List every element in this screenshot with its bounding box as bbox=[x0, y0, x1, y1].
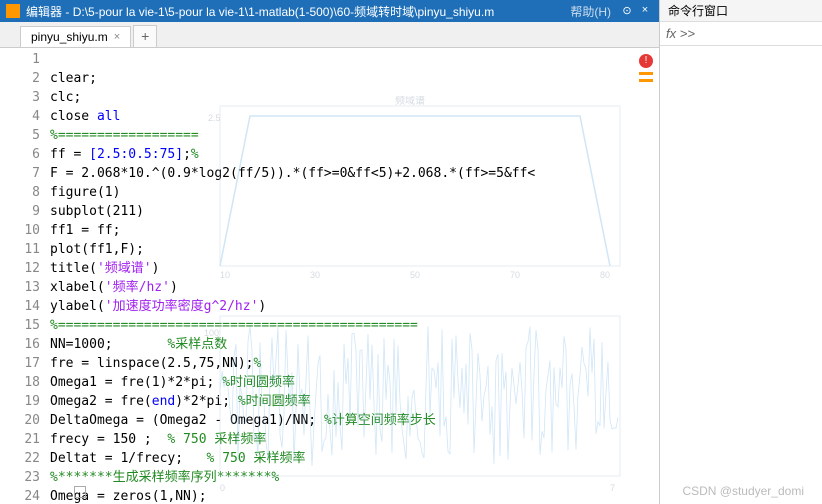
function-browser-icon[interactable] bbox=[74, 486, 86, 498]
code-area[interactable]: clear; clc; close all %=================… bbox=[50, 48, 659, 504]
add-tab-button[interactable]: + bbox=[133, 25, 157, 47]
app-icon bbox=[6, 4, 20, 18]
window-title: 编辑器 - D:\5-pour la vie-1\5-pour la vie-1… bbox=[26, 3, 558, 20]
title-bar: 编辑器 - D:\5-pour la vie-1\5-pour la vie-1… bbox=[0, 0, 659, 22]
tab-file[interactable]: pinyu_shiyu.m × bbox=[20, 26, 131, 47]
code-editor[interactable]: 123456789101112131415161718192021222324 … bbox=[0, 48, 659, 504]
tab-bar: pinyu_shiyu.m × + bbox=[0, 22, 659, 48]
close-window-button[interactable]: × bbox=[637, 4, 653, 18]
command-window-header: 命令行窗口 bbox=[660, 0, 822, 22]
warning-marker-icon[interactable] bbox=[639, 79, 653, 82]
watermark: CSDN @studyer_domi bbox=[682, 484, 804, 498]
menu-help[interactable]: 帮助(H) bbox=[570, 3, 611, 20]
minimize-button[interactable]: ⊙ bbox=[619, 4, 635, 18]
tab-label: pinyu_shiyu.m bbox=[31, 30, 108, 44]
tab-close-icon[interactable]: × bbox=[114, 31, 120, 43]
command-prompt[interactable]: fx >> bbox=[660, 22, 822, 46]
line-gutter: 123456789101112131415161718192021222324 bbox=[0, 48, 50, 504]
error-indicator-icon[interactable]: ! bbox=[639, 54, 653, 68]
warning-marker-icon[interactable] bbox=[639, 72, 653, 75]
